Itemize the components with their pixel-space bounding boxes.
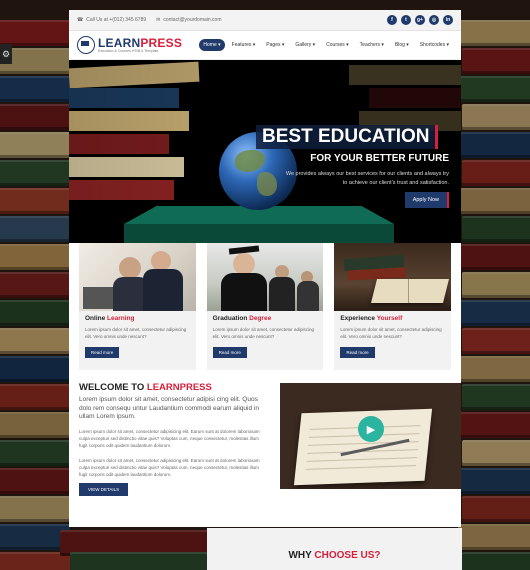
instagram-icon[interactable]: ◎ <box>429 15 439 25</box>
hero-description: We provides always our best services for… <box>285 171 449 186</box>
email-info[interactable]: ✉ contact@yourdomain.com <box>156 17 221 23</box>
welcome-title: WELCOME TO LEARNPRESS <box>79 382 212 393</box>
nav-courses[interactable]: Courses ▾ <box>322 39 353 51</box>
feature-card-graduation-degree: Graduation Degree Lorem ipsum dolor sit … <box>206 243 324 370</box>
welcome-paragraph: Lorem ipsum dolor sit amet, consectetur … <box>79 429 260 448</box>
google-plus-icon[interactable]: g+ <box>415 15 425 25</box>
facebook-icon[interactable]: f <box>387 15 397 25</box>
hero-subtitle: FOR YOUR BETTER FUTURE <box>310 153 449 164</box>
phone-info: ☎ Call Us at +(012) 345 6789 <box>77 17 146 23</box>
why-title: WHY CHOOSE US? <box>288 550 381 561</box>
read-more-button[interactable]: Read more <box>340 347 375 358</box>
twitter-icon[interactable]: t <box>401 15 411 25</box>
top-info-bar: ☎ Call Us at +(012) 345 6789 ✉ contact@y… <box>69 10 461 31</box>
mail-icon: ✉ <box>156 17 161 23</box>
why-choose-us-section: WHY CHOOSE US? <box>207 528 462 570</box>
logo-mark-icon <box>77 36 95 54</box>
apply-now-button[interactable]: Apply Now <box>404 192 449 208</box>
read-more-button[interactable]: Read more <box>212 347 247 358</box>
feature-text: Lorem ipsum dolor sit amet, consectetur … <box>212 327 314 339</box>
welcome-section: WELCOME TO LEARNPRESS Lorem ipsum dolor … <box>69 370 461 515</box>
social-links: f t g+ ◎ in <box>387 15 453 25</box>
online-learning-image <box>79 243 196 311</box>
website-page: ☎ Call Us at +(012) 345 6789 ✉ contact@y… <box>69 10 461 527</box>
linkedin-icon[interactable]: in <box>443 15 453 25</box>
feature-text: Lorem ipsum dolor sit amet, consectetur … <box>85 327 187 339</box>
feature-card-online-learning: Online Learning Lorem ipsum dolor sit am… <box>79 243 196 370</box>
features-row: Online Learning Lorem ipsum dolor sit am… <box>69 243 461 370</box>
books-image <box>334 243 452 311</box>
site-logo[interactable]: LEARNPRESS Education & Courses HTML5 Tem… <box>77 36 182 54</box>
welcome-paragraph: Lorem ipsum dolor sit amet, consectetur … <box>79 458 260 477</box>
nav-features[interactable]: Features ▾ <box>228 39 260 51</box>
hero-slider: BEST EDUCATION FOR YOUR BETTER FUTURE We… <box>69 60 461 243</box>
feature-title: Experience Yourself <box>340 315 403 322</box>
read-more-button[interactable]: Read more <box>85 347 120 358</box>
welcome-lead: Lorem ipsum dolor sit amet, consectetur … <box>79 396 259 420</box>
play-icon[interactable]: ▶ <box>358 416 384 442</box>
nav-blog[interactable]: Blog ▾ <box>391 39 413 51</box>
hero-title: BEST EDUCATION <box>256 125 439 149</box>
feature-card-experience-yourself: Experience Yourself Lorem ipsum dolor si… <box>334 243 452 370</box>
side-toggle-button[interactable]: ⚙ <box>0 44 12 64</box>
logo-name: LEARNPRESS <box>98 35 183 50</box>
nav-gallery[interactable]: Gallery ▾ <box>291 39 319 51</box>
feature-text: Lorem ipsum dolor sit amet, consectetur … <box>340 327 442 339</box>
view-details-button[interactable]: VIEW DETAILS <box>79 483 129 496</box>
main-nav: Home ▾ Features ▾ Pages ▾ Gallery ▾ Cour… <box>199 39 453 51</box>
graduation-image <box>206 243 324 311</box>
email-text[interactable]: contact@yourdomain.com <box>163 17 221 23</box>
feature-title: Online Learning <box>85 315 135 322</box>
phone-icon: ☎ <box>77 17 84 23</box>
nav-teachers[interactable]: Teachers ▾ <box>356 39 388 51</box>
nav-home[interactable]: Home ▾ <box>199 39 225 51</box>
nav-shortcodes[interactable]: Shortcodes ▾ <box>416 39 453 51</box>
nav-pages[interactable]: Pages ▾ <box>262 39 288 51</box>
video-player[interactable]: ▶ <box>280 383 461 489</box>
phone-text: Call Us at +(012) 345 6789 <box>86 17 147 23</box>
site-header: LEARNPRESS Education & Courses HTML5 Tem… <box>69 31 461 60</box>
feature-title: Graduation Degree <box>212 315 272 322</box>
